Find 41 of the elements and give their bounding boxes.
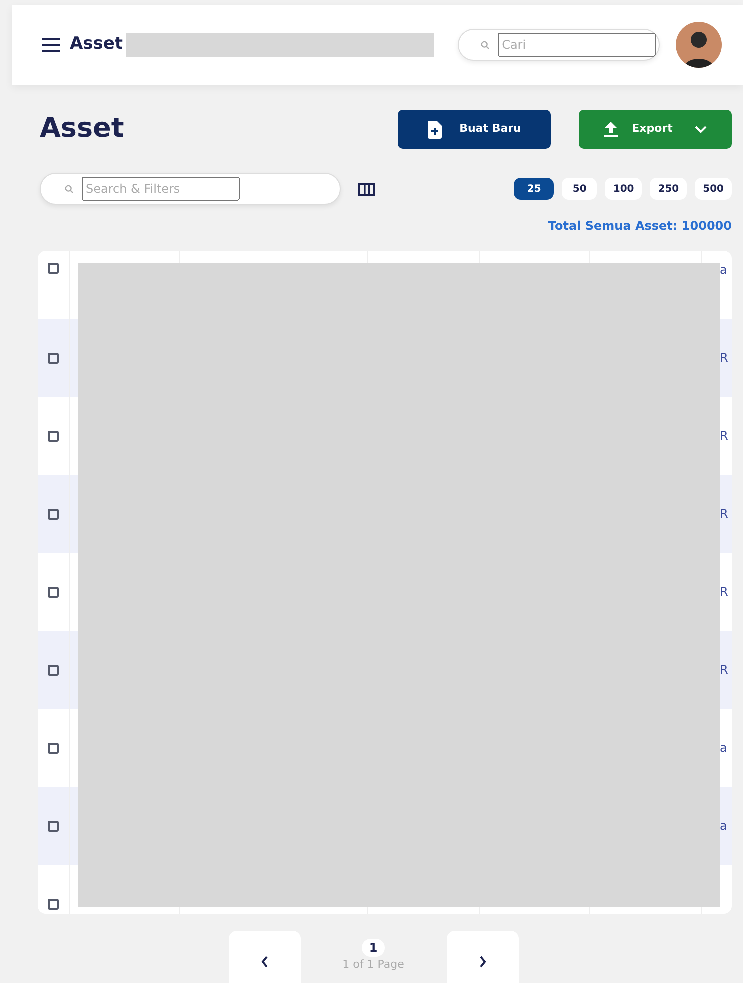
chevron-down-icon bbox=[694, 126, 707, 134]
search-icon bbox=[481, 40, 490, 50]
create-button[interactable]: Buat Baru bbox=[398, 110, 551, 149]
checkbox[interactable] bbox=[48, 263, 59, 274]
export-button[interactable]: Export bbox=[579, 110, 732, 149]
file-plus-icon bbox=[428, 120, 442, 138]
search-field[interactable]: Cari bbox=[458, 29, 660, 61]
table-cell-text: R bbox=[720, 584, 728, 601]
page-title: Asset bbox=[40, 113, 124, 146]
header-title: Asset bbox=[70, 33, 124, 56]
checkbox[interactable] bbox=[48, 820, 59, 832]
page-size-button[interactable]: 25 bbox=[514, 178, 554, 200]
page-summary: 1 of 1 Page bbox=[342, 957, 404, 973]
checkbox[interactable] bbox=[48, 898, 59, 910]
table-cell-text: R bbox=[720, 350, 728, 367]
checkbox[interactable] bbox=[48, 586, 59, 598]
checkbox[interactable] bbox=[48, 508, 59, 520]
column-header: a bbox=[720, 262, 728, 279]
search-icon bbox=[65, 184, 74, 194]
avatar[interactable] bbox=[676, 22, 722, 68]
table-cell-text: a bbox=[720, 818, 728, 835]
page-size-button[interactable]: 50 bbox=[562, 178, 598, 200]
checkbox[interactable] bbox=[48, 430, 59, 442]
page-size-button[interactable]: 500 bbox=[695, 178, 732, 200]
chevron-right-icon bbox=[478, 956, 486, 968]
menu-icon[interactable] bbox=[42, 38, 60, 52]
table-cell-text: R bbox=[720, 662, 728, 679]
checkbox[interactable] bbox=[48, 352, 59, 364]
total-count: Total Semua Asset: 100000 bbox=[548, 218, 732, 235]
page-number[interactable]: 1 bbox=[362, 939, 385, 957]
page-size-button[interactable]: 250 bbox=[650, 178, 688, 200]
upload-icon bbox=[604, 122, 618, 138]
table-cell-text: R bbox=[720, 506, 728, 523]
page-size-button[interactable]: 100 bbox=[605, 178, 642, 200]
checkbox[interactable] bbox=[48, 664, 59, 676]
checkbox[interactable] bbox=[48, 742, 59, 754]
table-cell-text: a bbox=[720, 740, 728, 757]
table-cell-text: R bbox=[720, 428, 728, 445]
chevron-left-icon bbox=[260, 956, 268, 968]
columns-icon[interactable] bbox=[358, 182, 375, 196]
search-filter-field[interactable]: Search & Filters bbox=[40, 173, 341, 205]
